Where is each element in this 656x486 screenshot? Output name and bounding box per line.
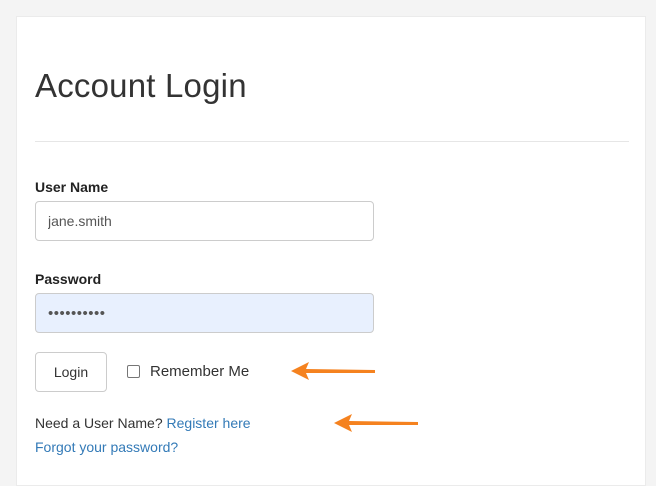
remember-me-label: Remember Me <box>150 363 250 380</box>
login-button[interactable]: Login <box>35 352 107 392</box>
register-link[interactable]: Register here <box>167 415 251 431</box>
username-label: User Name <box>35 179 109 195</box>
remember-me-option[interactable]: Remember Me <box>127 363 249 380</box>
password-label: Password <box>35 271 102 287</box>
arrow-left-icon <box>334 414 418 432</box>
username-input[interactable] <box>35 201 374 241</box>
arrow-left-icon <box>291 362 375 380</box>
title-divider <box>35 141 629 142</box>
register-line: Need a User Name? Register here <box>35 415 251 431</box>
login-card: Account Login User Name Password Login R… <box>16 16 646 486</box>
remember-me-checkbox[interactable] <box>127 365 140 378</box>
password-input[interactable] <box>35 293 374 333</box>
page-title: Account Login <box>35 67 247 104</box>
forgot-line: Forgot your password? <box>35 439 178 455</box>
register-prompt: Need a User Name? <box>35 415 163 431</box>
forgot-password-link[interactable]: Forgot your password? <box>35 439 178 455</box>
